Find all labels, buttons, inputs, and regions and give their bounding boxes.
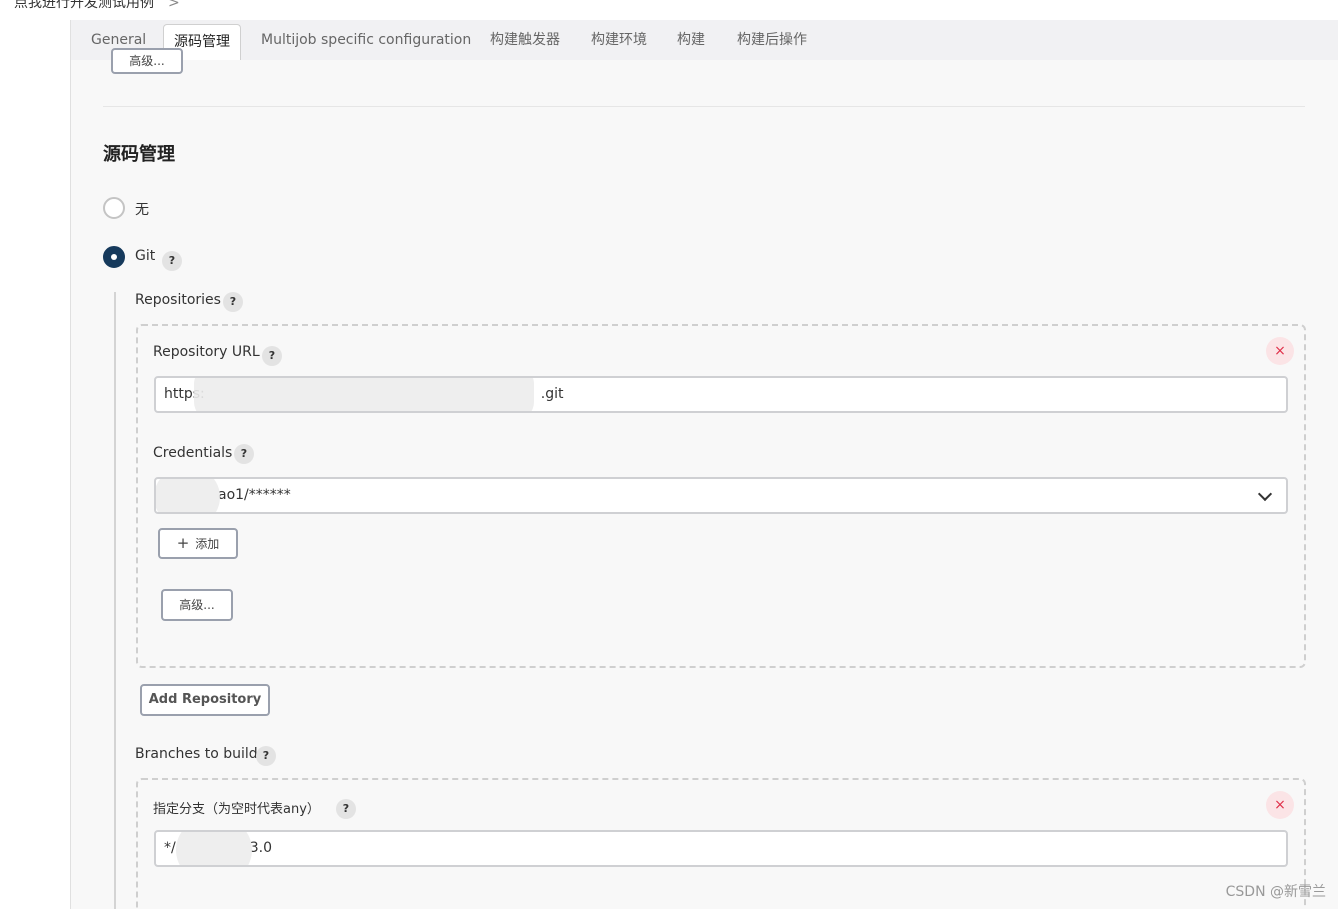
branch-spec-label: 指定分支（为空时代表any）	[153, 802, 320, 817]
indent-line	[114, 292, 116, 909]
breadcrumb: 点我进行开发测试用例 >	[14, 0, 180, 12]
breadcrumb-text[interactable]: 点我进行开发测试用例	[14, 0, 154, 11]
add-credentials-label: 添加	[195, 537, 220, 551]
scm-none-label: 无	[135, 202, 149, 218]
redaction-blur	[194, 378, 534, 411]
divider	[103, 106, 1305, 107]
git-help-icon[interactable]: ?	[162, 251, 182, 271]
scm-none-radio[interactable]	[103, 197, 125, 219]
chevron-down-icon	[1257, 486, 1273, 502]
prev-advanced-button[interactable]: 高级...	[111, 48, 183, 74]
credentials-value: ao1/******	[218, 487, 291, 503]
scm-git-radio[interactable]	[103, 246, 125, 268]
tab-post-build[interactable]: 构建后操作	[737, 20, 807, 60]
plus-icon: +	[176, 534, 190, 552]
watermark: CSDN @新雪兰	[1225, 884, 1326, 900]
credentials-select[interactable]: ao1/******	[154, 477, 1288, 514]
repository-box: Repository URL ? × https: .git Credential…	[136, 324, 1306, 668]
branches-help-icon[interactable]: ?	[256, 746, 276, 766]
branch-spec-help-icon[interactable]: ?	[336, 799, 356, 819]
repositories-help-icon[interactable]: ?	[223, 292, 243, 312]
repository-url-suffix: .git	[540, 386, 564, 402]
branch-spec-input[interactable]: */ 3.0	[154, 830, 1288, 867]
credentials-help-icon[interactable]: ?	[234, 444, 254, 464]
config-panel: General 源码管理 Multijob specific configura…	[70, 20, 1338, 909]
section-title: 源码管理	[103, 144, 175, 165]
scm-git-label: Git	[135, 248, 156, 264]
branch-spec-suffix: 3.0	[249, 840, 272, 856]
branch-box: 指定分支（为空时代表any） ? × */ 3.0	[136, 778, 1306, 909]
tab-build-environment[interactable]: 构建环境	[591, 20, 647, 60]
repository-url-label: Repository URL	[153, 344, 260, 360]
repository-url-help-icon[interactable]: ?	[262, 346, 282, 366]
add-repository-button[interactable]: Add Repository	[140, 684, 270, 716]
repositories-label: Repositories	[135, 292, 221, 308]
branch-spec-prefix: */	[164, 840, 176, 856]
redaction-blur	[176, 832, 252, 865]
redaction-blur	[156, 479, 220, 512]
chevron-right-icon: >	[168, 0, 180, 11]
tab-multijob-config[interactable]: Multijob specific configuration	[261, 20, 471, 60]
remove-branch-icon[interactable]: ×	[1266, 791, 1294, 819]
repository-url-input[interactable]: https: .git	[154, 376, 1288, 413]
tab-build[interactable]: 构建	[677, 20, 705, 60]
tab-build-triggers[interactable]: 构建触发器	[490, 20, 560, 60]
add-credentials-button[interactable]: + 添加	[158, 528, 238, 559]
credentials-label: Credentials	[153, 445, 233, 461]
tab-bar: General 源码管理 Multijob specific configura…	[71, 20, 1338, 60]
branches-label: Branches to build	[135, 746, 258, 762]
advanced-button[interactable]: 高级...	[161, 589, 233, 621]
remove-repository-icon[interactable]: ×	[1266, 337, 1294, 365]
